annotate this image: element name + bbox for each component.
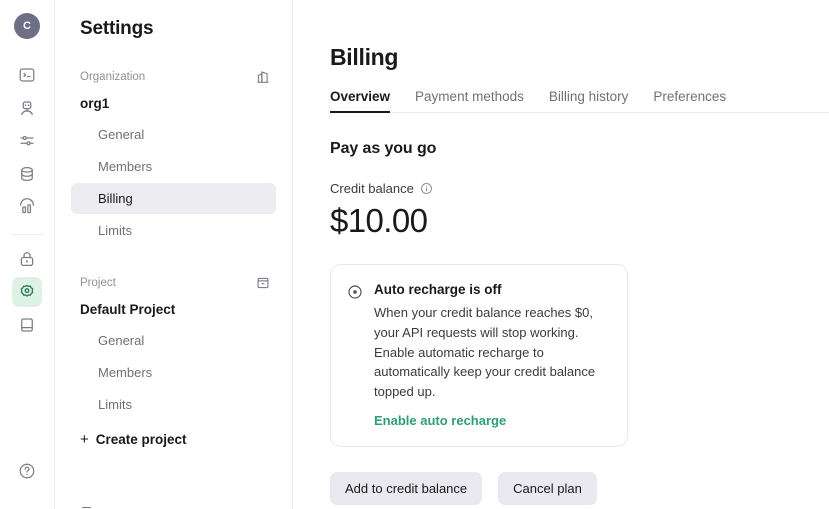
page-title-settings: Settings xyxy=(80,18,154,39)
assistants-robot-icon[interactable] xyxy=(12,93,42,123)
add-to-credit-balance-button[interactable]: Add to credit balance xyxy=(330,471,483,505)
credit-balance-amount: $10.00 xyxy=(330,202,428,239)
auto-recharge-off-icon xyxy=(347,282,363,430)
nav-item-project-limits[interactable]: Limits xyxy=(71,389,276,420)
help-icon[interactable] xyxy=(12,456,42,486)
docs-book-icon[interactable] xyxy=(12,310,42,340)
billing-action-buttons: Add to credit balance Cancel plan xyxy=(330,471,829,505)
settings-gear-icon[interactable] xyxy=(12,277,42,307)
enable-auto-recharge-link[interactable]: Enable auto recharge xyxy=(374,413,506,428)
tab-billing-history[interactable]: Billing history xyxy=(549,89,629,112)
create-project-button[interactable]: + Create project xyxy=(71,421,276,455)
nav-project-name[interactable]: Default Project xyxy=(71,292,276,325)
usage-chart-icon[interactable] xyxy=(12,192,42,222)
api-keys-lock-icon[interactable] xyxy=(12,244,42,274)
info-icon[interactable] xyxy=(420,182,433,195)
app-root: C Settings Organization org1 General Mem… xyxy=(0,0,829,509)
nav-item-org-members[interactable]: Members xyxy=(71,151,276,182)
credit-balance-label: Credit balance xyxy=(330,181,414,196)
nav-org-name[interactable]: org1 xyxy=(71,86,276,119)
create-project-label: Create project xyxy=(95,432,187,447)
auto-recharge-card-body: Auto recharge is off When your credit ba… xyxy=(374,282,609,430)
tab-preferences[interactable]: Preferences xyxy=(653,89,726,112)
settings-nav: Settings Organization org1 General Membe… xyxy=(55,0,293,509)
page-title-billing: Billing xyxy=(330,44,399,70)
plus-icon: + xyxy=(80,431,89,448)
storage-database-icon[interactable] xyxy=(12,159,42,189)
credit-balance-label-row: Credit balance xyxy=(330,181,829,196)
nav-item-org-limits[interactable]: Limits xyxy=(71,215,276,246)
nav-item-org-billing[interactable]: Billing xyxy=(71,183,276,214)
playground-terminal-icon[interactable] xyxy=(12,60,42,90)
nav-next-section-icon xyxy=(80,497,93,509)
nav-item-project-members[interactable]: Members xyxy=(71,357,276,388)
nav-section-project: Project xyxy=(71,274,276,292)
nav-item-org-general[interactable]: General xyxy=(71,119,276,150)
billing-tabs: Overview Payment methods Billing history… xyxy=(330,89,829,113)
nav-section-organization: Organization xyxy=(71,68,276,86)
section-heading-pay-as-you-go: Pay as you go xyxy=(330,140,437,157)
tab-payment-methods[interactable]: Payment methods xyxy=(415,89,524,112)
auto-recharge-description: When your credit balance reaches $0, you… xyxy=(374,305,596,399)
nav-section-label-organization: Organization xyxy=(80,71,146,83)
main-content: Billing Overview Payment methods Billing… xyxy=(293,0,829,509)
auto-recharge-card: Auto recharge is off When your credit ba… xyxy=(330,264,628,447)
rail-divider xyxy=(11,234,43,235)
fine-tuning-sliders-icon[interactable] xyxy=(12,126,42,156)
organization-building-icon[interactable] xyxy=(256,70,270,84)
cancel-plan-button[interactable]: Cancel plan xyxy=(498,471,597,505)
project-archive-icon[interactable] xyxy=(256,276,270,290)
icon-rail: C xyxy=(0,0,55,509)
nav-item-project-general[interactable]: General xyxy=(71,325,276,356)
user-avatar[interactable]: C xyxy=(14,13,40,39)
auto-recharge-title: Auto recharge is off xyxy=(374,282,502,297)
avatar-initial: C xyxy=(23,20,31,32)
tab-overview[interactable]: Overview xyxy=(330,89,391,113)
nav-section-label-project: Project xyxy=(80,277,116,289)
